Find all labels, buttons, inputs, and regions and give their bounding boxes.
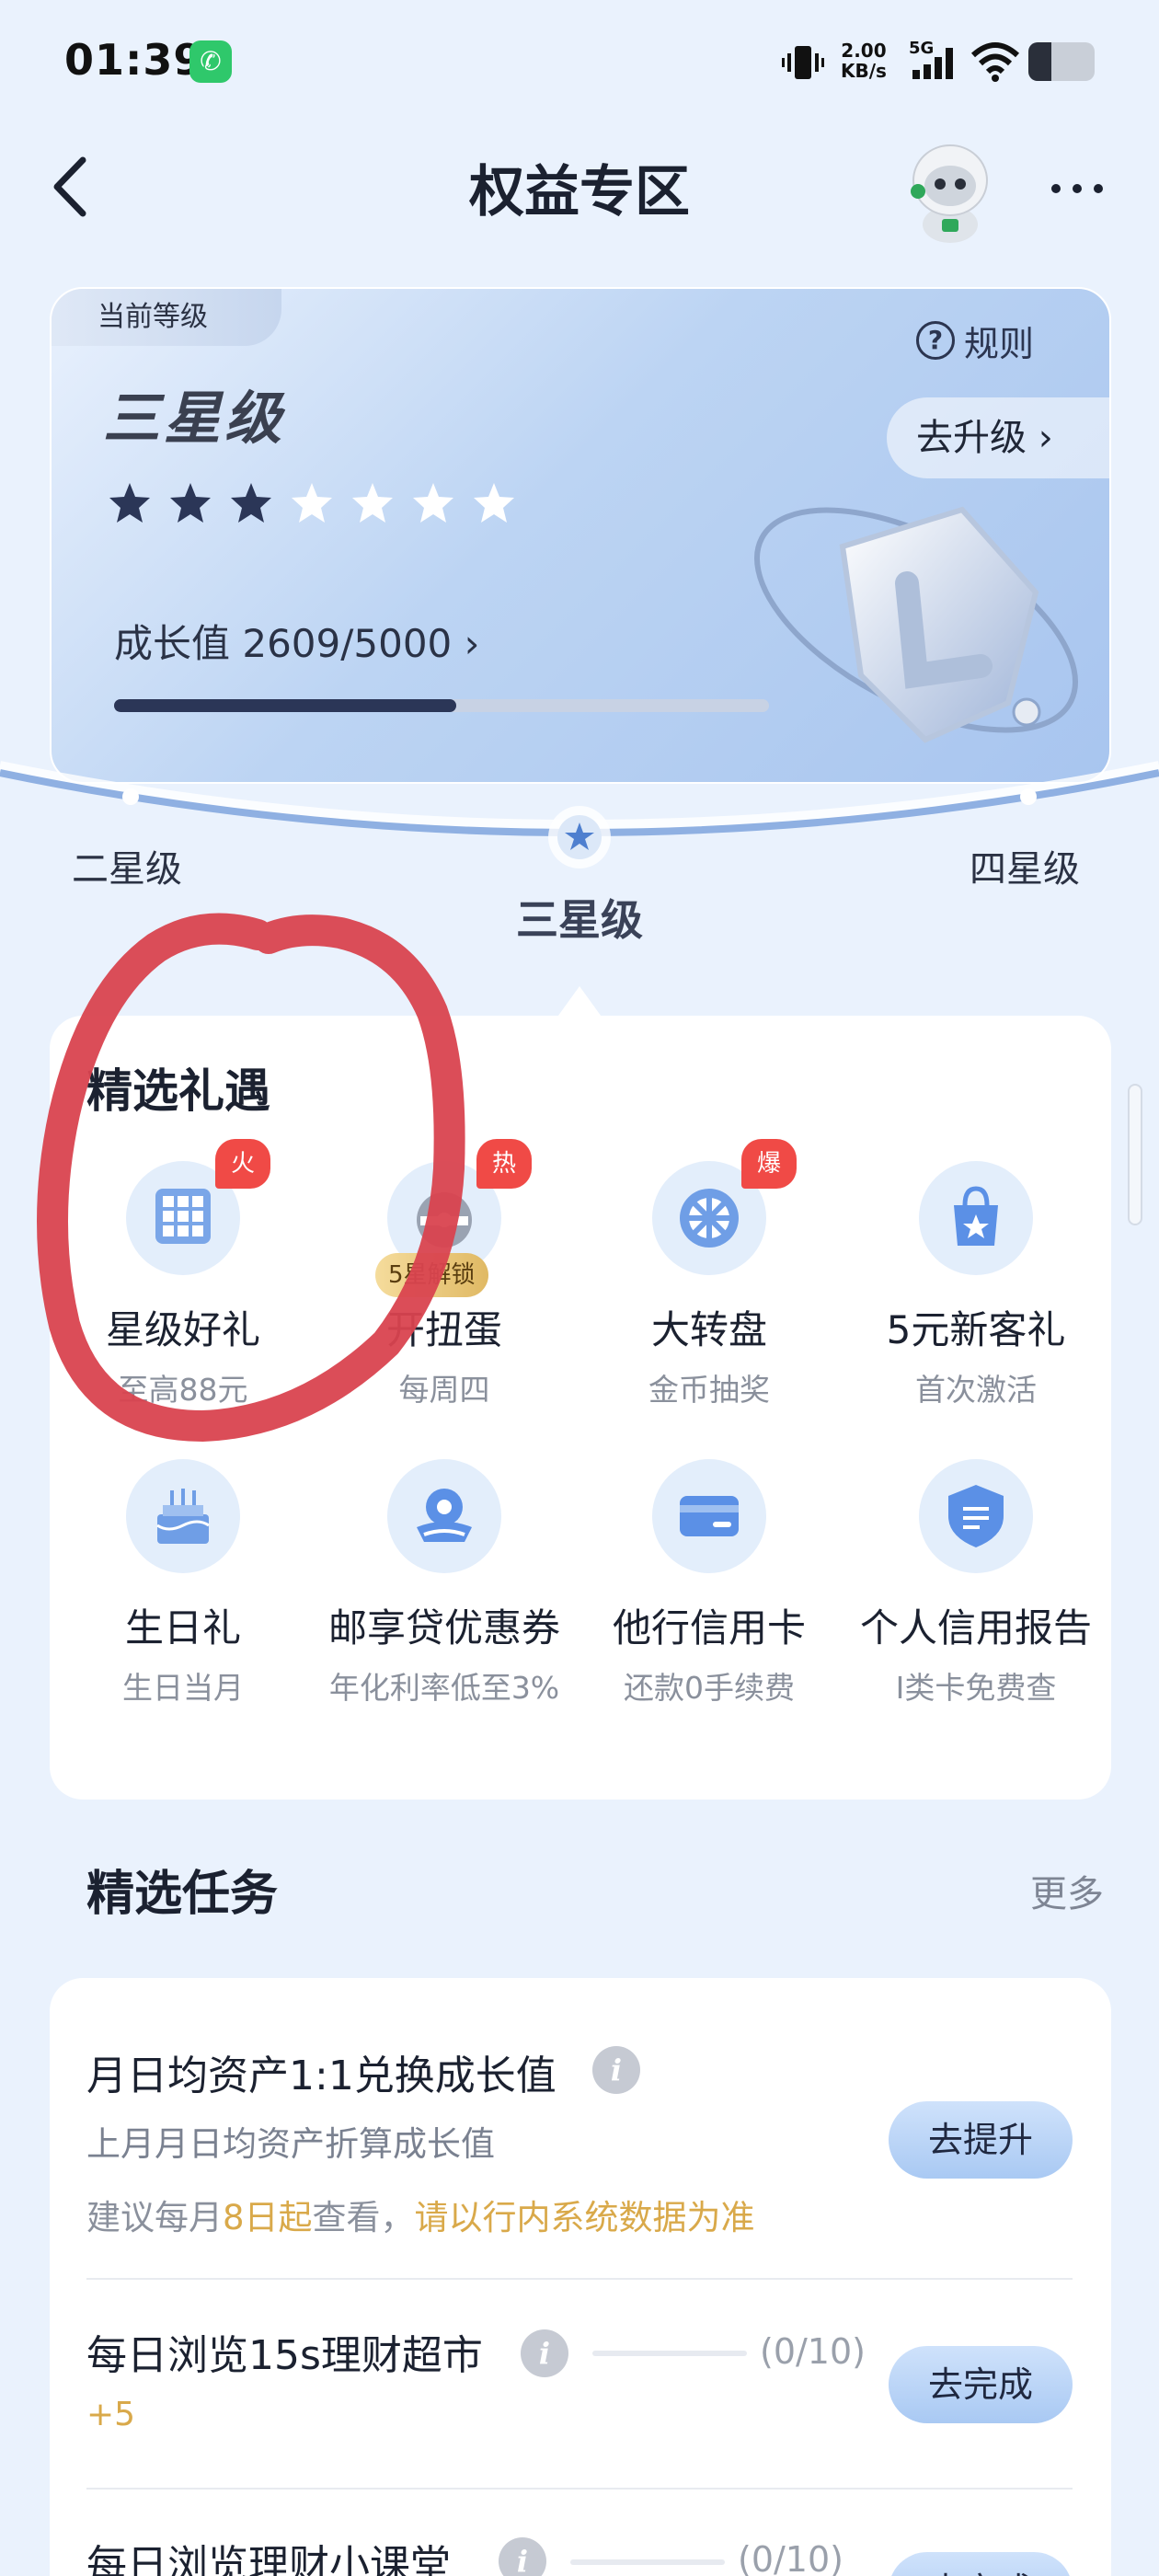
level-card: 当前等级 ? 规则 三星级 去升级 › 成长值 2609/5000 ›	[50, 287, 1111, 784]
gift-item-credit-report[interactable]: 个人信用报告 I类卡免费查	[843, 1459, 1109, 1735]
gift-item-loan-coupon[interactable]: 邮享贷优惠券 年化利率低至3%	[311, 1459, 578, 1735]
star-filled-icon	[170, 483, 211, 523]
growth-progress-bar	[114, 699, 769, 712]
growth-value-link[interactable]: 成长值 2609/5000 ›	[114, 613, 479, 669]
task-sub: 上月月日均资产折算成长值	[86, 2124, 495, 2164]
task-count: (0/10)	[738, 2539, 843, 2576]
network-label: 5G	[909, 39, 934, 58]
task-progress-bar	[570, 2559, 725, 2565]
task-title: 月日均资产1:1兑换成长值	[86, 2053, 557, 2099]
rules-button[interactable]: ? 规则	[916, 315, 1034, 366]
gift-sub: 至高88元	[118, 1372, 248, 1408]
divider	[86, 2278, 1073, 2280]
gift-item-new-customer[interactable]: 5元新客礼 首次激活	[843, 1161, 1109, 1437]
task-note-mid: 查看，	[312, 2198, 415, 2237]
tasks-heading: 精选任务	[86, 1867, 279, 1922]
gift-item-star-gift[interactable]: 火 星级好礼 至高88元	[50, 1139, 316, 1437]
level-name: 三星级	[103, 385, 286, 452]
task-title: 每日浏览15s理财超市	[86, 2332, 483, 2379]
level-prev-label: 二星级	[72, 848, 182, 891]
gift-sub: 首次激活	[915, 1372, 1037, 1408]
gift-label: 生日礼	[124, 1605, 241, 1650]
card-pointer	[556, 986, 603, 1019]
gift-badge: 热	[476, 1139, 532, 1189]
gift-label: 开扭蛋	[385, 1307, 502, 1352]
cake-icon	[126, 1459, 240, 1573]
task-action-button[interactable]: 去完成	[889, 2552, 1073, 2576]
call-icon: ✆	[189, 40, 232, 83]
task-count: (0/10)	[760, 2331, 866, 2372]
gift-sub: 金币抽奖	[648, 1372, 770, 1408]
current-level-tag: 当前等级	[52, 289, 281, 346]
gift-label: 5元新客礼	[886, 1307, 1066, 1352]
net-speed-value: 2.00	[841, 40, 887, 62]
help-icon: ?	[916, 321, 955, 360]
gift-sub: 每周四	[398, 1372, 490, 1408]
gift-item-birthday[interactable]: 生日礼 生日当月	[50, 1459, 316, 1735]
status-bar: 01:39 ✆ 2.00 KB/s 5G	[0, 0, 1159, 129]
loan-icon	[387, 1459, 501, 1573]
gift-label: 邮享贷优惠券	[327, 1605, 560, 1650]
more-icon[interactable]	[1049, 175, 1106, 202]
task-title: 每日浏览理财小课堂	[86, 2542, 451, 2576]
bag-icon	[919, 1161, 1033, 1275]
task-note-highlight: 请以行内系统数据为准	[414, 2198, 755, 2237]
gift-label: 他行信用卡	[612, 1605, 806, 1650]
scrollbar-thumb[interactable]	[1128, 1084, 1142, 1225]
task-reward: +5	[86, 2396, 136, 2433]
info-icon[interactable]: i	[592, 2046, 640, 2094]
gift-sub: 生日当月	[122, 1670, 244, 1706]
current-level-marker-icon	[548, 806, 611, 868]
vibrate-icon	[782, 46, 824, 79]
rules-label: 规则	[964, 323, 1035, 364]
gift-badge: 爆	[741, 1139, 797, 1189]
net-speed-unit: KB/s	[841, 60, 887, 82]
mascot-avatar[interactable]	[901, 134, 999, 245]
gift-sub: 还款0手续费	[624, 1670, 795, 1706]
star-empty-icon	[352, 483, 393, 523]
task-note-highlight: 8日起	[223, 2198, 313, 2237]
gift-sub: I类卡免费查	[895, 1670, 1057, 1706]
star-empty-icon	[413, 483, 453, 523]
gift-label: 个人信用报告	[859, 1605, 1092, 1650]
gift-item-capsule[interactable]: 热 5星解锁 开扭蛋 每周四	[311, 1139, 578, 1437]
battery-icon	[1028, 42, 1095, 81]
growth-progress-fill	[114, 699, 456, 712]
signal-icon: 5G	[909, 39, 953, 79]
gift-item-wheel[interactable]: 爆 大转盘 金币抽奖	[576, 1139, 843, 1437]
level-current-label: 三星级	[516, 895, 643, 945]
wifi-icon	[970, 42, 1020, 82]
task-progress-bar	[592, 2351, 747, 2356]
net-speed: 2.00 KB/s	[841, 40, 887, 81]
star-filled-icon	[109, 483, 150, 523]
star-filled-icon	[231, 483, 271, 523]
level-next-label: 四星级	[970, 848, 1080, 891]
star-rating	[107, 480, 517, 535]
card-icon	[652, 1459, 766, 1573]
gift-label: 大转盘	[650, 1307, 767, 1352]
lock-tag: 5星解锁	[375, 1253, 488, 1297]
star-empty-icon	[292, 483, 332, 523]
divider	[86, 2488, 1073, 2490]
upgrade-button[interactable]: 去升级 ›	[887, 397, 1109, 478]
star-empty-icon	[474, 483, 514, 523]
task-action-button[interactable]: 去提升	[889, 2101, 1073, 2179]
gifts-heading: 精选礼遇	[86, 1064, 270, 1118]
task-action-button[interactable]: 去完成	[889, 2346, 1073, 2423]
task-note: 建议每月8日起查看，请以行内系统数据为准	[86, 2190, 755, 2239]
tasks-more-link[interactable]: 更多	[1030, 1864, 1104, 1917]
status-time: 01:39	[64, 35, 204, 85]
gift-label: 星级好礼	[105, 1307, 260, 1352]
gift-sub: 年化利率低至3%	[328, 1670, 560, 1706]
report-icon	[919, 1459, 1033, 1573]
gift-badge: 火	[215, 1139, 270, 1189]
battery-fill	[1028, 42, 1052, 81]
info-icon[interactable]: i	[521, 2329, 568, 2377]
gift-item-credit-card[interactable]: 他行信用卡 还款0手续费	[576, 1459, 843, 1735]
task-note-prefix: 建议每月	[86, 2198, 223, 2237]
